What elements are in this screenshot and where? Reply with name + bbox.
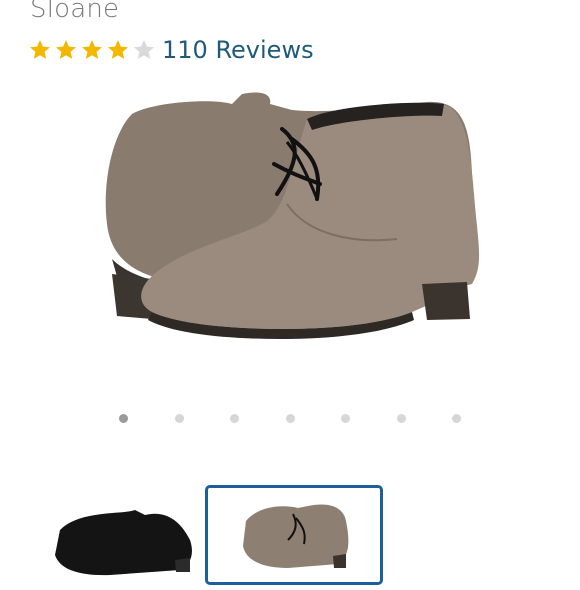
carousel-dot-3[interactable] [230, 414, 239, 423]
boot-taupe-thumbnail [243, 504, 349, 568]
color-swatch-taupe[interactable] [205, 485, 383, 585]
star-filled-icon [82, 40, 102, 59]
star-filled-icon [30, 40, 50, 59]
star-filled-icon [56, 40, 76, 59]
carousel-dot-1[interactable] [119, 414, 128, 423]
reviews-link[interactable]: 110 Reviews [162, 36, 314, 64]
carousel-dot-7[interactable] [452, 414, 461, 423]
star-filled-icon [108, 40, 128, 59]
rating-row[interactable]: 110 Reviews [28, 36, 314, 64]
product-main-image[interactable] [92, 84, 492, 374]
product-name: Sloane [30, 0, 120, 24]
star-rating [28, 38, 156, 62]
color-swatch-black[interactable] [20, 485, 198, 585]
carousel-dot-5[interactable] [341, 414, 350, 423]
carousel-dot-6[interactable] [397, 414, 406, 423]
carousel-dot-2[interactable] [175, 414, 184, 423]
star-empty-icon [134, 40, 154, 59]
carousel-dot-4[interactable] [286, 414, 295, 423]
boot-black-thumbnail [55, 510, 192, 576]
image-carousel-dots [0, 414, 580, 426]
